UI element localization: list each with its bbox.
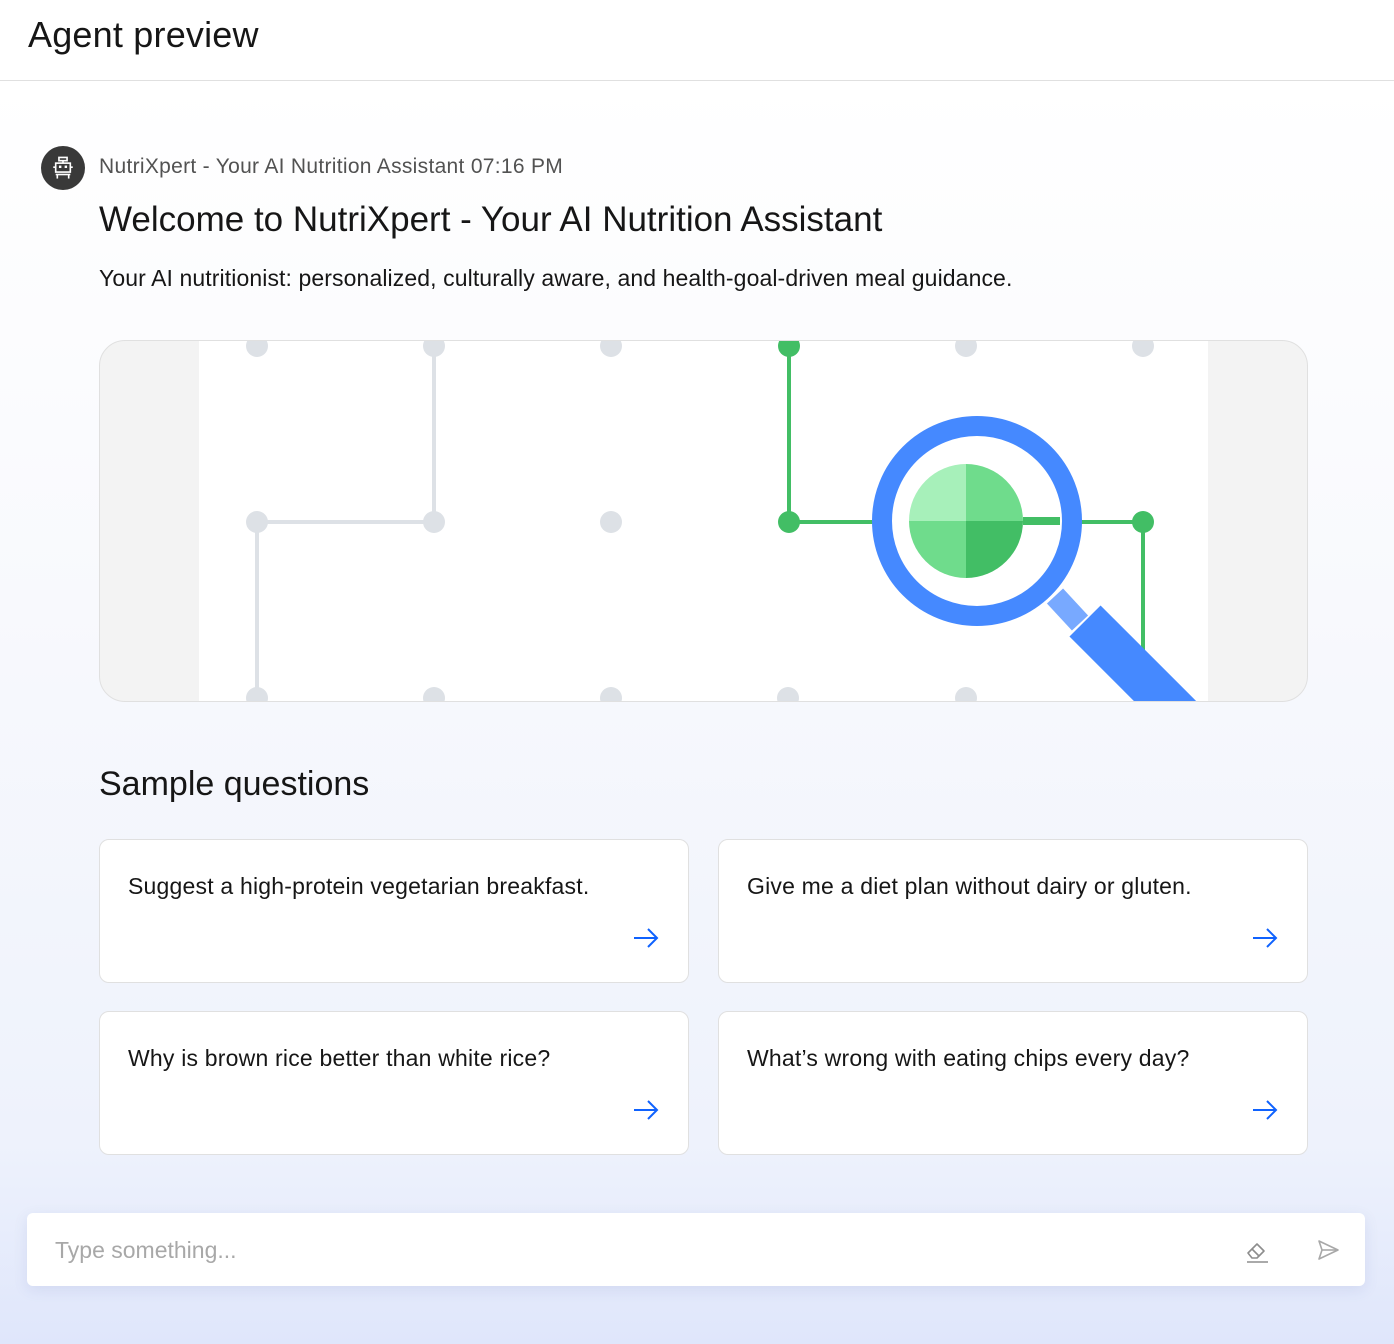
chat-input[interactable]	[55, 1231, 1205, 1269]
eraser-icon	[1247, 1243, 1268, 1263]
sender-name: NutriXpert - Your AI Nutrition Assistant	[99, 155, 465, 178]
message-time: 07:16 PM	[470, 155, 564, 178]
arrow-right-icon	[634, 928, 659, 948]
sample-question-text: What’s wrong with eating chips every day…	[747, 1045, 1190, 1071]
sample-question-card[interactable]: Why is brown rice better than white rice…	[99, 1011, 689, 1155]
sample-question-text: Why is brown rice better than white rice…	[128, 1045, 551, 1071]
chat-input-bar	[27, 1213, 1365, 1286]
arrow-right-icon	[634, 1100, 659, 1120]
arrow-right-icon	[1253, 928, 1278, 948]
sample-question-text: Give me a diet plan without dairy or glu…	[747, 873, 1192, 899]
robot-icon	[53, 156, 73, 179]
sample-questions-heading: Sample questions	[99, 765, 370, 803]
sample-question-text: Suggest a high-protein vegetarian breakf…	[128, 873, 590, 899]
search-illustration	[199, 341, 1208, 701]
page-title: Agent preview	[28, 14, 259, 55]
send-icon	[1318, 1240, 1339, 1260]
welcome-title: Welcome to NutriXpert - Your AI Nutritio…	[99, 200, 883, 239]
sample-question-card[interactable]: Suggest a high-protein vegetarian breakf…	[99, 839, 689, 983]
clear-button[interactable]	[1242, 1235, 1272, 1265]
header: Agent preview	[0, 0, 1394, 81]
agent-avatar	[41, 146, 85, 190]
message-meta: NutriXpert - Your AI Nutrition Assistant…	[99, 155, 563, 179]
sample-question-card[interactable]: Give me a diet plan without dairy or glu…	[718, 839, 1308, 983]
sample-question-card[interactable]: What’s wrong with eating chips every day…	[718, 1011, 1308, 1155]
welcome-illustration	[99, 340, 1308, 702]
arrow-right-icon	[1253, 1100, 1278, 1120]
send-button[interactable]	[1313, 1235, 1343, 1265]
welcome-description: Your AI nutritionist: personalized, cult…	[99, 265, 1013, 291]
